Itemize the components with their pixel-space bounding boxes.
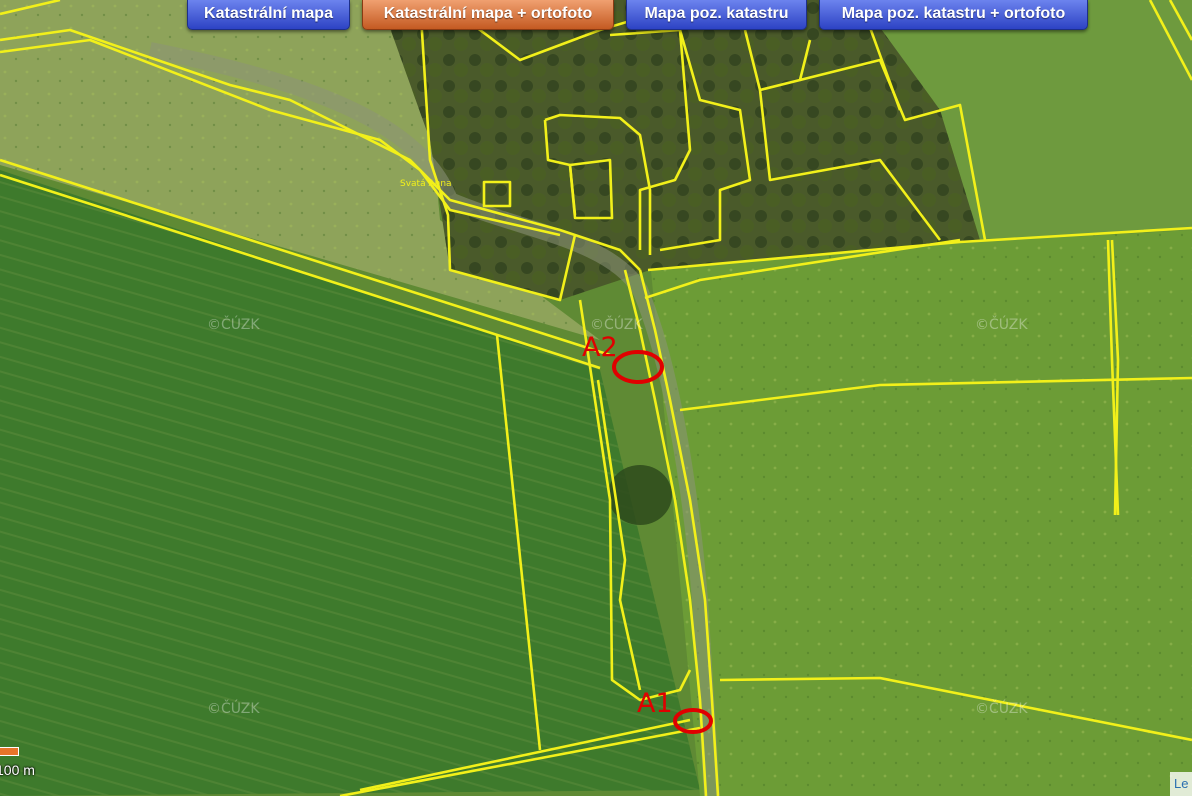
scale-bar: [0, 747, 19, 756]
watermark-5: ©ČÚZK: [975, 699, 1028, 717]
scale-label: 100 m: [0, 762, 35, 778]
layer-button-mapa-poz-katastru-ortofoto[interactable]: Mapa poz. katastru + ortofoto: [819, 0, 1088, 30]
map-canvas[interactable]: Svatá Anna ©ČÚZK ©ČÚZK ©ČÚZK ©ČÚZK ©ČÚZK…: [0, 0, 1192, 796]
place-label: Svatá Anna: [400, 179, 452, 189]
scale-control: 100 m: [0, 747, 35, 778]
attribution-link[interactable]: Le: [1170, 772, 1192, 796]
layer-button-katastralni-mapa-ortofoto[interactable]: Katastrální mapa + ortofoto: [362, 0, 614, 30]
layer-button-mapa-poz-katastru[interactable]: Mapa poz. katastru: [626, 0, 807, 30]
marker-a2-label: A2: [582, 332, 618, 363]
watermark-3: ©ČÚZK: [975, 315, 1028, 333]
watermark-2: ©ČÚZK: [590, 315, 643, 333]
layer-button-katastralni-mapa[interactable]: Katastrální mapa: [187, 0, 350, 30]
watermark-1: ©ČÚZK: [207, 315, 260, 333]
marker-a1-label: A1: [637, 688, 673, 719]
watermark-4: ©ČÚZK: [207, 699, 260, 717]
